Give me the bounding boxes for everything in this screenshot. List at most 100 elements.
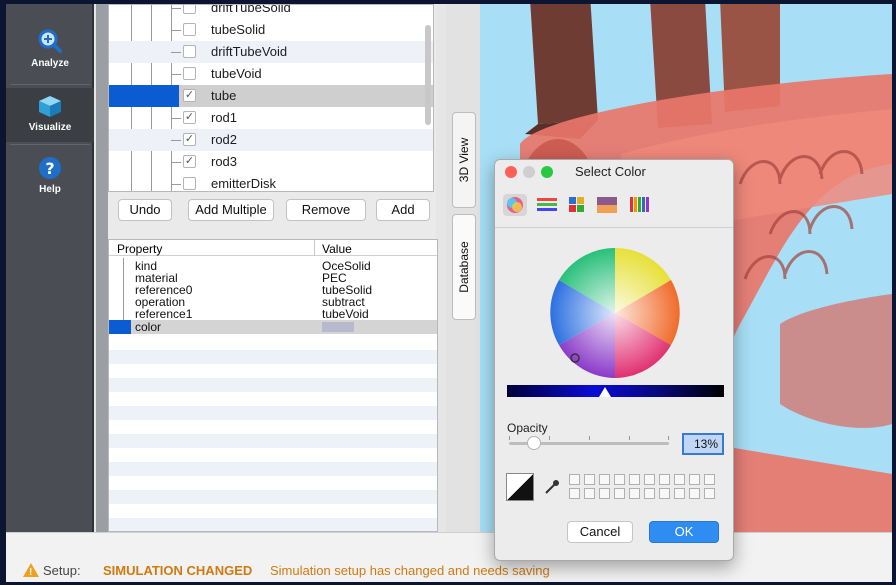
tree-row[interactable]: tubeSolid bbox=[109, 19, 433, 41]
tree-button-row: Undo Add Multiple Remove Add bbox=[108, 197, 436, 227]
eyedropper-icon[interactable] bbox=[543, 478, 561, 496]
status-message: Simulation setup has changed and needs s… bbox=[270, 563, 550, 578]
custom-swatch[interactable] bbox=[674, 488, 685, 499]
opacity-label: Opacity bbox=[507, 421, 548, 435]
divider bbox=[10, 84, 90, 85]
tree-row-label: tube bbox=[211, 88, 237, 103]
color-wheel-area: Opacity 13% bbox=[495, 228, 734, 493]
brightness-slider-knob[interactable] bbox=[599, 387, 611, 397]
tree-row[interactable]: driftTubeSolid bbox=[109, 4, 433, 19]
minimize-button[interactable] bbox=[523, 166, 535, 178]
add-button[interactable]: Add bbox=[376, 199, 430, 221]
tab-3d-view[interactable]: 3D View bbox=[452, 112, 476, 208]
tree-row[interactable]: emitterDisk bbox=[109, 173, 433, 191]
checkbox[interactable] bbox=[183, 23, 196, 36]
custom-swatch[interactable] bbox=[614, 488, 625, 499]
property-value: tubeVoid bbox=[322, 307, 369, 321]
splitter[interactable] bbox=[96, 4, 108, 532]
color-wheel[interactable] bbox=[495, 228, 734, 428]
property-row-selected[interactable]: color bbox=[109, 320, 437, 334]
add-multiple-button[interactable]: Add Multiple bbox=[188, 199, 274, 221]
cancel-button[interactable]: Cancel bbox=[567, 521, 633, 543]
status-prefix: Setup: bbox=[43, 563, 81, 578]
pencils-icon[interactable] bbox=[627, 194, 651, 216]
custom-swatch[interactable] bbox=[644, 488, 655, 499]
svg-text:?: ? bbox=[45, 159, 54, 178]
tree-row-label: rod2 bbox=[211, 132, 238, 147]
tab-database[interactable]: Database bbox=[452, 214, 476, 320]
checkbox[interactable] bbox=[183, 5, 196, 14]
custom-swatch[interactable] bbox=[584, 488, 595, 499]
sidebar-item-help[interactable]: ? Help bbox=[6, 156, 94, 204]
tree-scrollbar[interactable] bbox=[425, 25, 431, 125]
selection-marker bbox=[109, 320, 131, 334]
tab-label: Database bbox=[457, 241, 471, 293]
select-color-dialog: Select Color Opacity 13% Cancel OK bbox=[494, 159, 734, 561]
remove-button[interactable]: Remove bbox=[286, 199, 366, 221]
checkbox[interactable]: ✓ bbox=[183, 89, 196, 102]
tree-row-selected[interactable]: ✓ tube bbox=[109, 85, 433, 107]
opacity-field[interactable]: 13% bbox=[682, 433, 724, 455]
checkbox[interactable]: ✓ bbox=[183, 155, 196, 168]
image-palettes-icon[interactable] bbox=[595, 194, 619, 216]
ok-button[interactable]: OK bbox=[649, 521, 719, 543]
color-wheel-icon[interactable] bbox=[503, 194, 527, 216]
sidebar-item-analyze[interactable]: Analyze bbox=[6, 28, 94, 80]
checkbox[interactable] bbox=[183, 45, 196, 58]
custom-swatch[interactable] bbox=[599, 488, 610, 499]
model-panel: driftTubeSolid tubeSolid driftTubeVoid t… bbox=[108, 4, 438, 532]
dialog-title: Select Color bbox=[575, 164, 646, 179]
custom-swatch[interactable] bbox=[704, 488, 715, 499]
custom-swatch[interactable] bbox=[629, 488, 640, 499]
tree-row[interactable]: driftTubeVoid bbox=[109, 41, 433, 63]
tree-row[interactable]: ✓ rod3 bbox=[109, 151, 433, 173]
property-name: color bbox=[135, 320, 162, 334]
tree-row[interactable]: tubeVoid bbox=[109, 63, 433, 85]
custom-swatch[interactable] bbox=[569, 488, 580, 499]
checkbox[interactable]: ✓ bbox=[183, 133, 196, 146]
custom-swatch[interactable] bbox=[584, 474, 595, 485]
custom-swatch[interactable] bbox=[629, 474, 640, 485]
custom-swatch[interactable] bbox=[704, 474, 715, 485]
tree-row[interactable]: ✓ rod2 bbox=[109, 129, 433, 151]
current-color-swatch[interactable] bbox=[506, 473, 534, 501]
opacity-slider-knob[interactable] bbox=[526, 436, 541, 450]
left-sidebar: Analyze Visualize ? Help bbox=[6, 4, 94, 532]
value-column-header: Value bbox=[322, 242, 352, 256]
custom-swatch[interactable] bbox=[644, 474, 655, 485]
tree-row-label: driftTubeVoid bbox=[211, 44, 288, 59]
sidebar-item-label: Help bbox=[39, 184, 61, 195]
custom-swatch[interactable] bbox=[659, 474, 670, 485]
property-column-header: Property bbox=[117, 242, 163, 256]
tree-row[interactable]: ✓ rod1 bbox=[109, 107, 433, 129]
color-sliders-icon[interactable] bbox=[535, 194, 559, 216]
zoom-button[interactable] bbox=[541, 166, 553, 178]
custom-swatch[interactable] bbox=[569, 474, 580, 485]
cube-icon bbox=[39, 96, 61, 117]
checkbox[interactable] bbox=[183, 177, 196, 190]
color-palettes-icon[interactable] bbox=[565, 194, 589, 216]
custom-swatch[interactable] bbox=[689, 474, 700, 485]
color-value-swatch[interactable] bbox=[322, 322, 354, 332]
sidebar-item-label: Visualize bbox=[28, 122, 72, 133]
property-row[interactable]: reference1 tubeVoid bbox=[109, 307, 437, 321]
zoom-in-icon bbox=[38, 29, 62, 53]
custom-swatch[interactable] bbox=[614, 474, 625, 485]
property-table: Property Value kind OceSolid material PE… bbox=[108, 239, 438, 532]
property-name: reference1 bbox=[135, 307, 193, 321]
custom-swatch[interactable] bbox=[659, 488, 670, 499]
brightness-slider[interactable] bbox=[507, 385, 724, 397]
tree-row-label: tubeSolid bbox=[211, 22, 266, 37]
custom-swatch[interactable] bbox=[674, 474, 685, 485]
tree-row-label: driftTubeSolid bbox=[211, 4, 291, 15]
sidebar-item-visualize[interactable]: Visualize bbox=[6, 88, 94, 142]
checkbox[interactable]: ✓ bbox=[183, 111, 196, 124]
tree-row-label: tubeVoid bbox=[211, 66, 262, 81]
undo-button[interactable]: Undo bbox=[118, 199, 172, 221]
checkbox[interactable] bbox=[183, 67, 196, 80]
custom-swatch[interactable] bbox=[599, 474, 610, 485]
tree-row-label: rod1 bbox=[211, 110, 238, 125]
custom-swatch[interactable] bbox=[689, 488, 700, 499]
close-button[interactable] bbox=[505, 166, 517, 178]
sidebar-item-label: Analyze bbox=[31, 58, 69, 69]
